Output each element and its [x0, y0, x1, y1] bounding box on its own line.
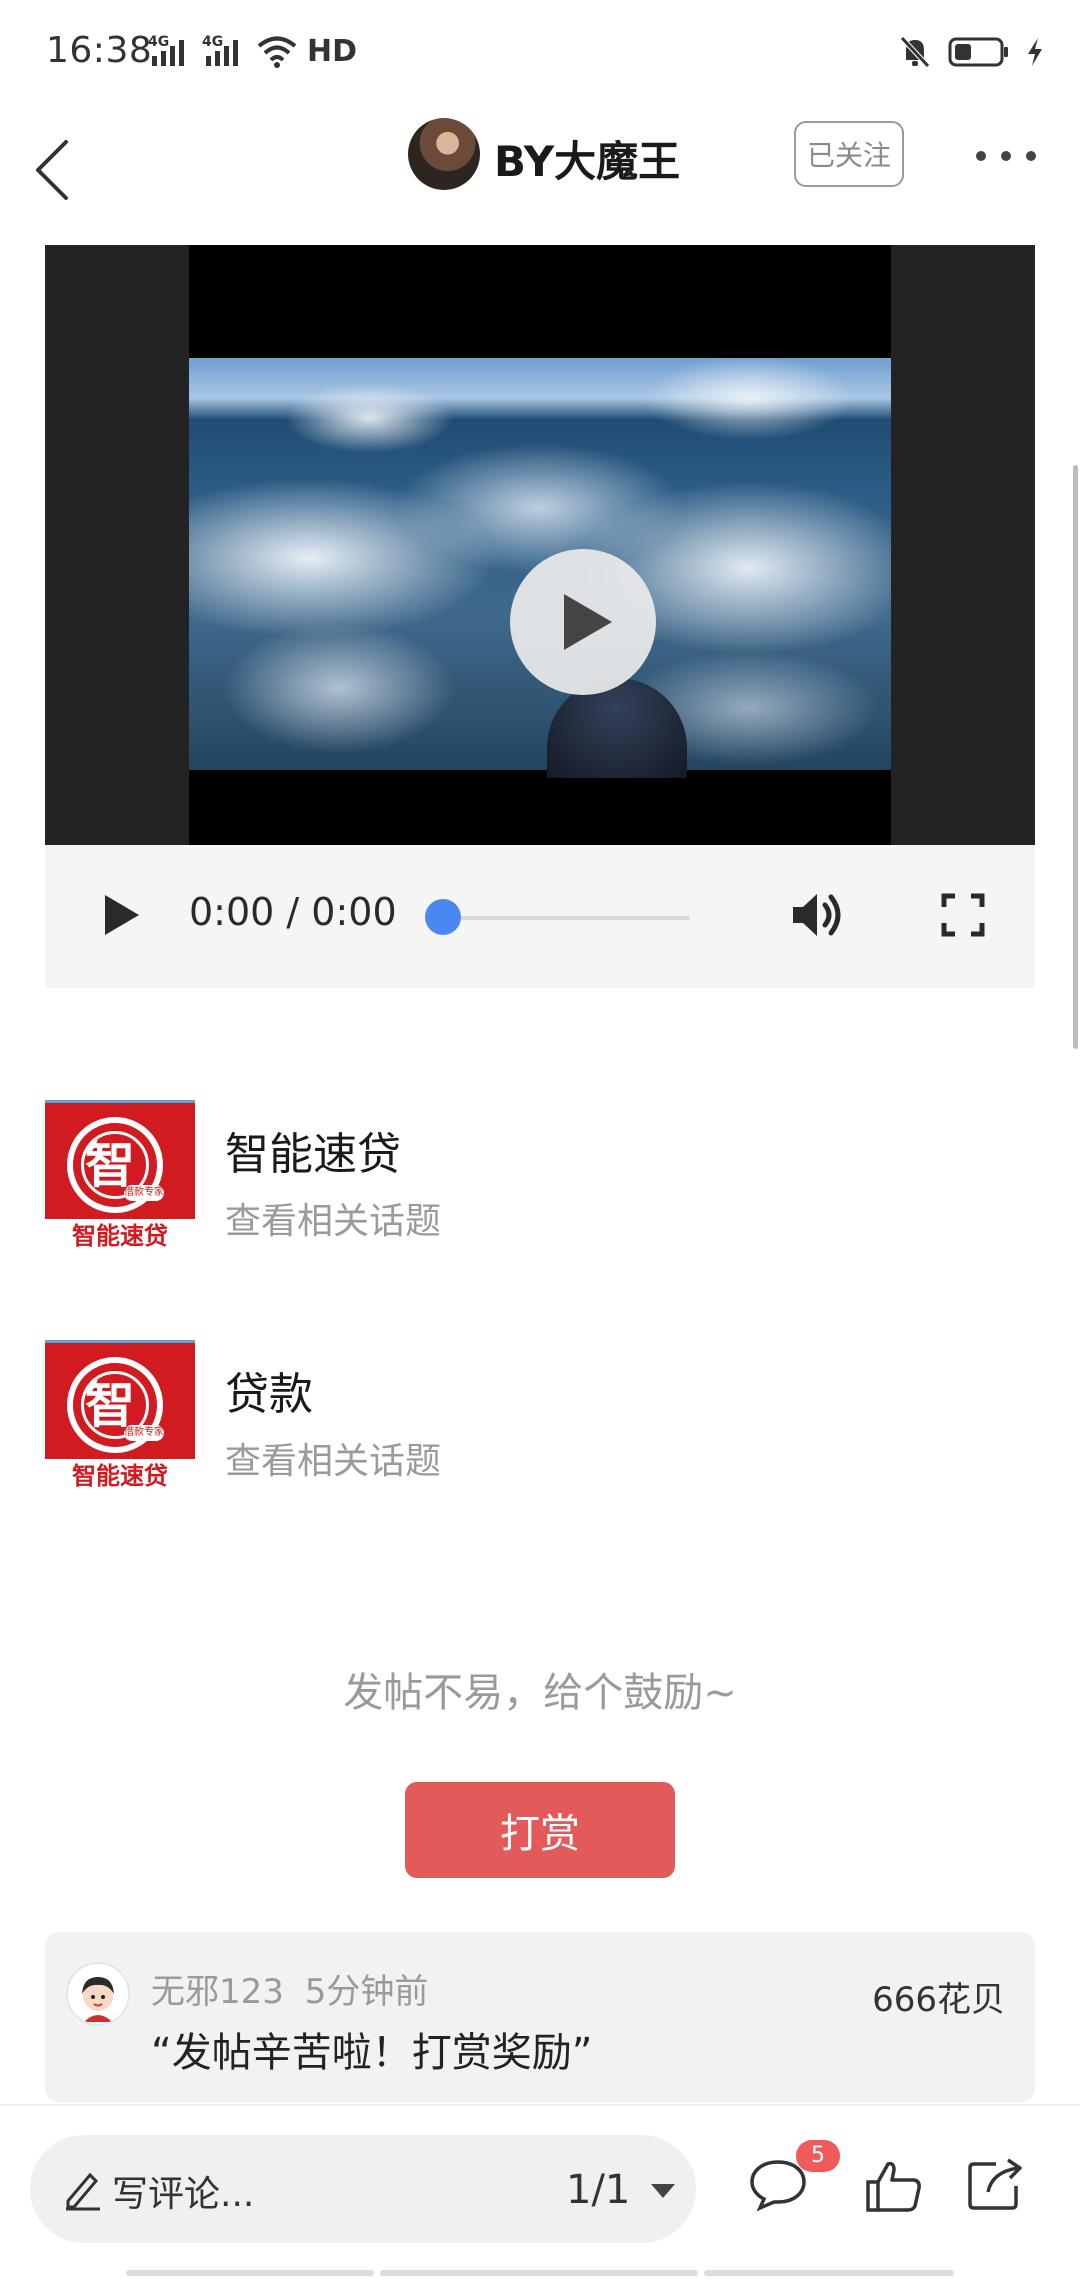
- like-button[interactable]: [864, 2158, 924, 2218]
- share-button[interactable]: [966, 2156, 1026, 2216]
- header: BY大魔王 已关注: [0, 108, 1080, 236]
- share-icon: [968, 2158, 1022, 2210]
- more-icon: [1001, 151, 1011, 161]
- network-indicators: 4G 4G: [148, 34, 298, 68]
- more-icon: [1026, 151, 1036, 161]
- topic-item[interactable]: 智 借款专家 智能速贷 贷款 查看相关话题: [45, 1340, 1005, 1490]
- author-avatar[interactable]: [408, 118, 480, 190]
- play-icon: [564, 594, 612, 650]
- bottom-bar: 写评论... 1/1 5: [0, 2104, 1080, 2282]
- cartoon-avatar-icon: [82, 1977, 114, 2022]
- logo-badge: 借款专家: [124, 1185, 164, 1201]
- topic-subtitle: 查看相关话题: [225, 1441, 442, 1482]
- back-button[interactable]: [24, 124, 84, 214]
- volume-button[interactable]: [789, 889, 849, 945]
- more-icon: [976, 151, 986, 161]
- pencil-icon: [66, 2172, 100, 2211]
- page-scrollbar[interactable]: [1073, 465, 1078, 1049]
- video-player[interactable]: [45, 245, 1035, 845]
- encourage-text: 发帖不易，给个鼓励~: [343, 1670, 737, 1716]
- logo-badge: 借款专家: [124, 1425, 164, 1441]
- logo-caption: 智能速贷: [45, 1219, 195, 1250]
- logo-caption: 智能速贷: [45, 1459, 195, 1490]
- fullscreen-icon: [941, 893, 985, 937]
- comment-count-badge: 5: [796, 2140, 840, 2172]
- play-icon: [105, 895, 139, 935]
- video-frame[interactable]: [189, 358, 891, 778]
- play-button[interactable]: [101, 891, 141, 943]
- topic-item[interactable]: 智 借款专家 智能速贷 智能速贷 查看相关话题: [45, 1100, 1005, 1250]
- battery-icon: [948, 37, 1008, 67]
- author-name[interactable]: BY大魔王: [494, 128, 680, 189]
- video-controls: 0:00 / 0:00: [45, 845, 1035, 988]
- status-bar: 16:38 4G 4G HD: [0, 0, 1080, 108]
- back-icon: [36, 140, 68, 200]
- comment-placeholder: 写评论...: [112, 2174, 255, 2215]
- home-indicator: [126, 2270, 374, 2276]
- charging-icon: [1028, 38, 1042, 66]
- wifi-icon: [257, 36, 297, 68]
- like-icon: [866, 2161, 921, 2212]
- reward-button[interactable]: 打赏: [405, 1782, 675, 1878]
- reward-amount: 666花贝: [872, 1980, 1005, 2020]
- more-button[interactable]: [976, 136, 1036, 176]
- reward-time: 5分钟前: [304, 1972, 429, 2012]
- topic-logo: 智 借款专家 智能速贷: [45, 1340, 195, 1490]
- reward-user-line: 无邪123 5分钟前: [151, 1964, 428, 2013]
- reward-message: “发帖辛苦啦！打赏奖励”: [151, 2030, 593, 2076]
- status-right: [898, 34, 1044, 70]
- comment-input[interactable]: 写评论... 1/1: [30, 2135, 696, 2243]
- status-time: 16:38: [46, 30, 153, 71]
- video-time: 0:00 / 0:00: [189, 890, 397, 934]
- page-counter[interactable]: 1/1: [566, 2167, 630, 2213]
- dropdown-icon[interactable]: [648, 2181, 678, 2201]
- fullscreen-button[interactable]: [941, 893, 985, 941]
- seek-bar[interactable]: [440, 916, 690, 920]
- home-indicator: [380, 2270, 698, 2276]
- mute-icon: [900, 36, 930, 68]
- reward-username[interactable]: 无邪123: [151, 1972, 284, 2012]
- home-indicator: [704, 2270, 954, 2276]
- signal-icon: 4G: [202, 34, 246, 68]
- reward-card: 无邪123 5分钟前 “发帖辛苦啦！打赏奖励” 666花贝: [45, 1932, 1035, 2102]
- center-play-button[interactable]: [510, 549, 656, 695]
- topic-logo: 智 借款专家 智能速贷: [45, 1100, 195, 1250]
- avatar[interactable]: [66, 1962, 130, 2026]
- topic-subtitle: 查看相关话题: [225, 1201, 442, 1242]
- signal-icon: 4G: [148, 34, 192, 68]
- volume-icon: [793, 894, 841, 936]
- hd-label: HD: [307, 34, 358, 69]
- seek-thumb[interactable]: [425, 899, 461, 935]
- topic-title: 贷款: [225, 1369, 313, 1420]
- follow-button[interactable]: 已关注: [794, 121, 904, 187]
- topic-title: 智能速贷: [225, 1129, 401, 1180]
